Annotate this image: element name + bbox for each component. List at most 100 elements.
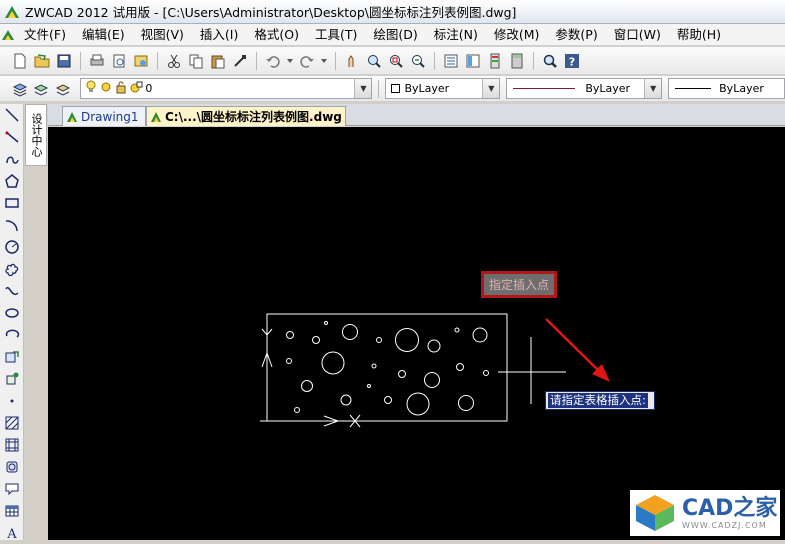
copy-icon[interactable] <box>186 51 206 71</box>
drawing-circle <box>398 370 406 378</box>
ellipse-arc-icon[interactable] <box>0 324 24 346</box>
linetype-dropdown[interactable]: ByLayer ▼ <box>506 78 663 99</box>
polyline-icon[interactable] <box>0 148 24 170</box>
menu-view[interactable]: 视图(V) <box>133 25 192 45</box>
standard-toolbar: ? <box>0 47 785 75</box>
layer-dropdown[interactable]: 0 ▼ <box>80 78 373 99</box>
prompt-text: 请指定表格插入点: <box>548 393 648 408</box>
spline-icon[interactable] <box>0 280 24 302</box>
calculator-icon[interactable] <box>507 51 527 71</box>
menu-modify[interactable]: 修改(M) <box>486 25 548 45</box>
paste-icon[interactable] <box>208 51 228 71</box>
insert-block-icon[interactable] <box>0 346 24 368</box>
new-file-icon[interactable] <box>10 51 30 71</box>
drawing-circle <box>456 363 464 371</box>
design-center-tab-label: 设计中心 <box>30 113 43 157</box>
tool-palettes-icon[interactable] <box>485 51 505 71</box>
hatch-icon[interactable] <box>0 412 24 434</box>
open-file-icon[interactable] <box>32 51 52 71</box>
layer-manager-icon[interactable] <box>10 79 29 99</box>
chevron-down-icon[interactable]: ▼ <box>354 79 372 98</box>
revision-cloud-icon[interactable] <box>0 258 24 280</box>
menu-file[interactable]: 文件(F) <box>16 25 74 45</box>
cadzj-logo-icon <box>636 495 674 531</box>
dynamic-input-prompt: 请指定表格插入点: <box>545 391 655 410</box>
menu-edit[interactable]: 编辑(E) <box>74 25 133 45</box>
zoom-realtime-icon[interactable] <box>364 51 384 71</box>
properties-toolbar: 0 ▼ ByLayer ▼ ByLayer ▼ ByLayer <box>0 76 785 102</box>
point-icon[interactable] <box>0 390 24 412</box>
line-icon[interactable] <box>0 104 24 126</box>
drawing-circle <box>340 394 352 406</box>
zwcad-app-icon <box>5 5 19 18</box>
multiline-text-icon[interactable]: A <box>0 522 24 544</box>
layer-name: 0 <box>145 82 153 95</box>
drawing-circle <box>301 380 313 392</box>
print-preview-icon[interactable] <box>109 51 129 71</box>
draw-toolbar: A <box>0 104 24 541</box>
menu-bar: 文件(F) 编辑(E) 视图(V) 插入(I) 格式(O) 工具(T) 绘图(D… <box>0 24 785 46</box>
insertion-point-annotation: 指定插入点 <box>481 271 557 298</box>
tab-active-drawing[interactable]: C:\...\圆坐标标注列表例图.dwg <box>146 106 346 126</box>
pan-icon[interactable] <box>342 51 362 71</box>
arc-icon[interactable] <box>0 214 24 236</box>
chevron-down-icon[interactable]: ▼ <box>482 79 500 98</box>
menu-draw[interactable]: 绘图(D) <box>365 25 425 45</box>
gradient-icon[interactable] <box>0 434 24 456</box>
drawing-circle <box>367 384 371 388</box>
drawing-circle <box>312 336 320 344</box>
menu-help[interactable]: 帮助(H) <box>669 25 729 45</box>
ellipse-icon[interactable] <box>0 302 24 324</box>
annotation-text: 指定插入点 <box>488 278 549 292</box>
table-icon[interactable] <box>0 500 24 522</box>
chevron-down-icon[interactable]: ▼ <box>644 79 662 98</box>
wipeout-icon[interactable] <box>0 478 24 500</box>
save-icon[interactable] <box>54 51 74 71</box>
drawing-circle <box>286 331 294 339</box>
make-block-icon[interactable] <box>0 368 24 390</box>
tab-label: C:\...\圆坐标标注列表例图.dwg <box>165 110 342 124</box>
properties-palette-icon[interactable] <box>441 51 461 71</box>
drawing-circle <box>371 363 377 369</box>
drawing-circle <box>458 395 474 411</box>
menu-format[interactable]: 格式(O) <box>246 25 307 45</box>
undo-icon[interactable] <box>263 51 283 71</box>
circle-icon[interactable] <box>0 236 24 258</box>
window-title: ZWCAD 2012 试用版 - [C:\Users\Administrator… <box>25 5 517 20</box>
redo-dropdown-icon[interactable] <box>319 51 329 71</box>
rectangle-icon[interactable] <box>0 192 24 214</box>
menu-dimension[interactable]: 标注(N) <box>426 25 486 45</box>
layer-previous-icon[interactable] <box>53 79 72 99</box>
drawing-circle <box>424 372 440 388</box>
menu-window[interactable]: 窗口(W) <box>606 25 669 45</box>
toolbar-separator <box>533 51 534 70</box>
red-arrow-line <box>545 318 602 374</box>
menu-parameters[interactable]: 参数(P) <box>547 25 605 45</box>
redo-icon[interactable] <box>297 51 317 71</box>
find-icon[interactable] <box>540 51 560 71</box>
publish-icon[interactable] <box>131 51 151 71</box>
zoom-window-icon[interactable] <box>386 51 406 71</box>
undo-dropdown-icon[interactable] <box>285 51 295 71</box>
cut-icon[interactable] <box>164 51 184 71</box>
design-center-tab[interactable]: 设计中心 <box>25 104 47 166</box>
region-icon[interactable] <box>0 456 24 478</box>
menu-insert[interactable]: 插入(I) <box>192 25 246 45</box>
color-dropdown[interactable]: ByLayer ▼ <box>385 78 501 99</box>
print-icon[interactable] <box>87 51 107 71</box>
lineweight-value: ByLayer <box>719 82 764 95</box>
zoom-previous-icon[interactable] <box>408 51 428 71</box>
color-swatch-icon <box>391 84 401 93</box>
lineweight-dropdown[interactable]: ByLayer <box>668 78 785 99</box>
help-icon[interactable]: ? <box>562 51 582 71</box>
match-properties-icon[interactable] <box>230 51 250 71</box>
linetype-value: ByLayer <box>585 82 631 95</box>
design-center-icon[interactable] <box>463 51 483 71</box>
toolbar-separator <box>378 79 380 98</box>
make-layer-current-icon[interactable] <box>31 79 50 99</box>
tab-drawing1[interactable]: Drawing1 <box>62 106 146 126</box>
drawing-canvas[interactable] <box>48 127 785 540</box>
polygon-icon[interactable] <box>0 170 24 192</box>
ray-icon[interactable] <box>0 126 24 148</box>
menu-tools[interactable]: 工具(T) <box>307 25 365 45</box>
